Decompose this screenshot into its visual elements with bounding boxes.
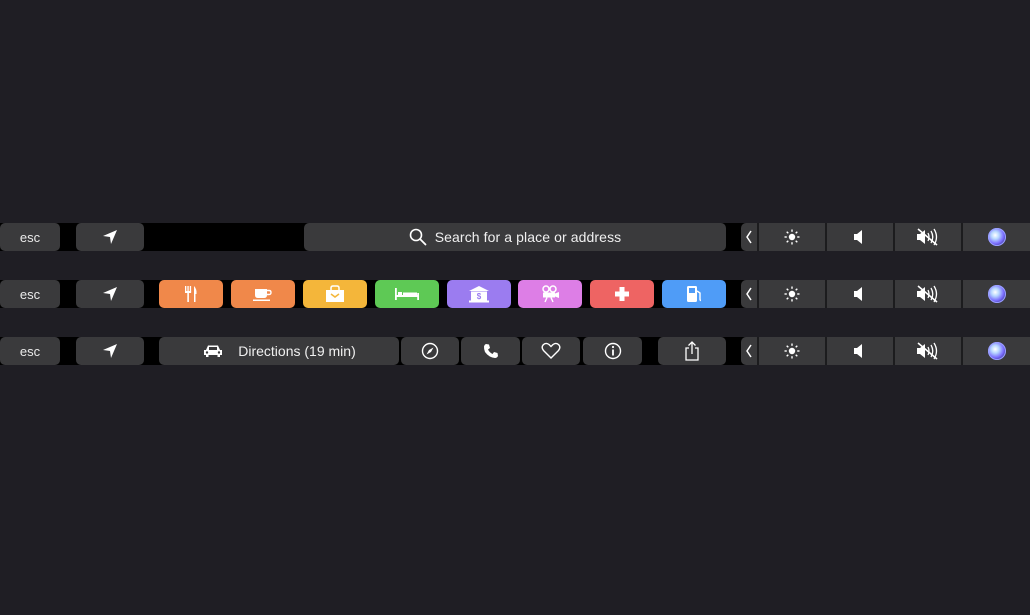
location-button[interactable] xyxy=(76,280,144,308)
mute-icon xyxy=(917,342,938,360)
gas-pump-icon xyxy=(687,286,702,302)
touch-bar-categories: esc $ xyxy=(0,280,1030,308)
volume-button[interactable] xyxy=(827,280,893,308)
expand-control-strip-button[interactable] xyxy=(741,280,757,308)
esc-label: esc xyxy=(19,229,41,245)
car-icon xyxy=(204,345,223,357)
siri-icon xyxy=(987,285,1006,303)
mute-button[interactable] xyxy=(895,337,961,365)
heart-icon xyxy=(541,342,561,359)
chevron-left-icon xyxy=(746,230,752,244)
category-movies-button[interactable] xyxy=(518,280,582,308)
share-icon xyxy=(685,341,699,361)
siri-icon xyxy=(987,342,1006,360)
brightness-icon xyxy=(784,343,800,359)
volume-button[interactable] xyxy=(827,223,893,251)
control-strip xyxy=(741,337,1030,365)
location-arrow-icon xyxy=(103,344,117,358)
volume-icon xyxy=(854,230,862,244)
brightness-button[interactable] xyxy=(759,223,825,251)
search-field[interactable]: Search for a place or address xyxy=(304,223,726,251)
touch-bar-search: esc Search for a place or address xyxy=(0,223,1030,251)
search-placeholder: Search for a place or address xyxy=(434,229,622,245)
location-button[interactable] xyxy=(76,337,144,365)
esc-key[interactable]: esc xyxy=(0,223,60,251)
bank-icon: $ xyxy=(469,286,489,303)
volume-icon xyxy=(854,344,862,358)
location-arrow-icon xyxy=(103,287,117,301)
movie-camera-icon xyxy=(542,285,559,303)
chevron-left-icon xyxy=(746,287,752,301)
chevron-left-icon xyxy=(746,344,752,358)
info-button[interactable] xyxy=(583,337,642,365)
siri-button[interactable] xyxy=(963,280,1030,308)
category-gas-stations-button[interactable] xyxy=(662,280,726,308)
svg-text:$: $ xyxy=(477,292,482,301)
location-button[interactable] xyxy=(76,223,144,251)
brightness-icon xyxy=(784,229,800,245)
shopping-bag-icon xyxy=(326,285,344,302)
mute-icon xyxy=(917,228,938,246)
siri-button[interactable] xyxy=(963,223,1030,251)
location-arrow-icon xyxy=(103,230,117,244)
compass-icon xyxy=(421,342,439,360)
category-shopping-button[interactable] xyxy=(303,280,367,308)
control-strip xyxy=(741,223,1030,251)
touch-bar-place-actions: esc Directions (19 min) xyxy=(0,337,1030,365)
mute-icon xyxy=(917,285,938,303)
category-coffee-button[interactable] xyxy=(231,280,295,308)
esc-key[interactable]: esc xyxy=(0,337,60,365)
search-icon xyxy=(409,228,427,246)
esc-key[interactable]: esc xyxy=(0,280,60,308)
esc-label: esc xyxy=(19,343,41,359)
directions-button[interactable]: Directions (19 min) xyxy=(159,337,399,365)
control-strip xyxy=(741,280,1030,308)
share-button[interactable] xyxy=(658,337,726,365)
brightness-button[interactable] xyxy=(759,280,825,308)
category-banks-button[interactable]: $ xyxy=(447,280,511,308)
volume-icon xyxy=(854,287,862,301)
siri-icon xyxy=(987,228,1006,246)
volume-button[interactable] xyxy=(827,337,893,365)
favorite-button[interactable] xyxy=(522,337,580,365)
category-restaurants-button[interactable] xyxy=(159,280,223,308)
brightness-button[interactable] xyxy=(759,337,825,365)
expand-control-strip-button[interactable] xyxy=(741,337,757,365)
call-button[interactable] xyxy=(461,337,520,365)
expand-control-strip-button[interactable] xyxy=(741,223,757,251)
siri-button[interactable] xyxy=(963,337,1030,365)
fork-knife-icon xyxy=(185,286,197,302)
category-hospitals-button[interactable] xyxy=(590,280,654,308)
category-hotels-button[interactable] xyxy=(375,280,439,308)
medical-cross-icon xyxy=(615,287,629,301)
info-icon xyxy=(604,342,621,360)
coffee-cup-icon xyxy=(253,289,272,301)
esc-label: esc xyxy=(19,286,41,302)
compass-button[interactable] xyxy=(401,337,459,365)
directions-label: Directions (19 min) xyxy=(238,343,356,359)
mute-button[interactable] xyxy=(895,280,961,308)
mute-button[interactable] xyxy=(895,223,961,251)
brightness-icon xyxy=(784,286,800,302)
phone-icon xyxy=(483,344,498,358)
bed-icon xyxy=(395,288,419,300)
